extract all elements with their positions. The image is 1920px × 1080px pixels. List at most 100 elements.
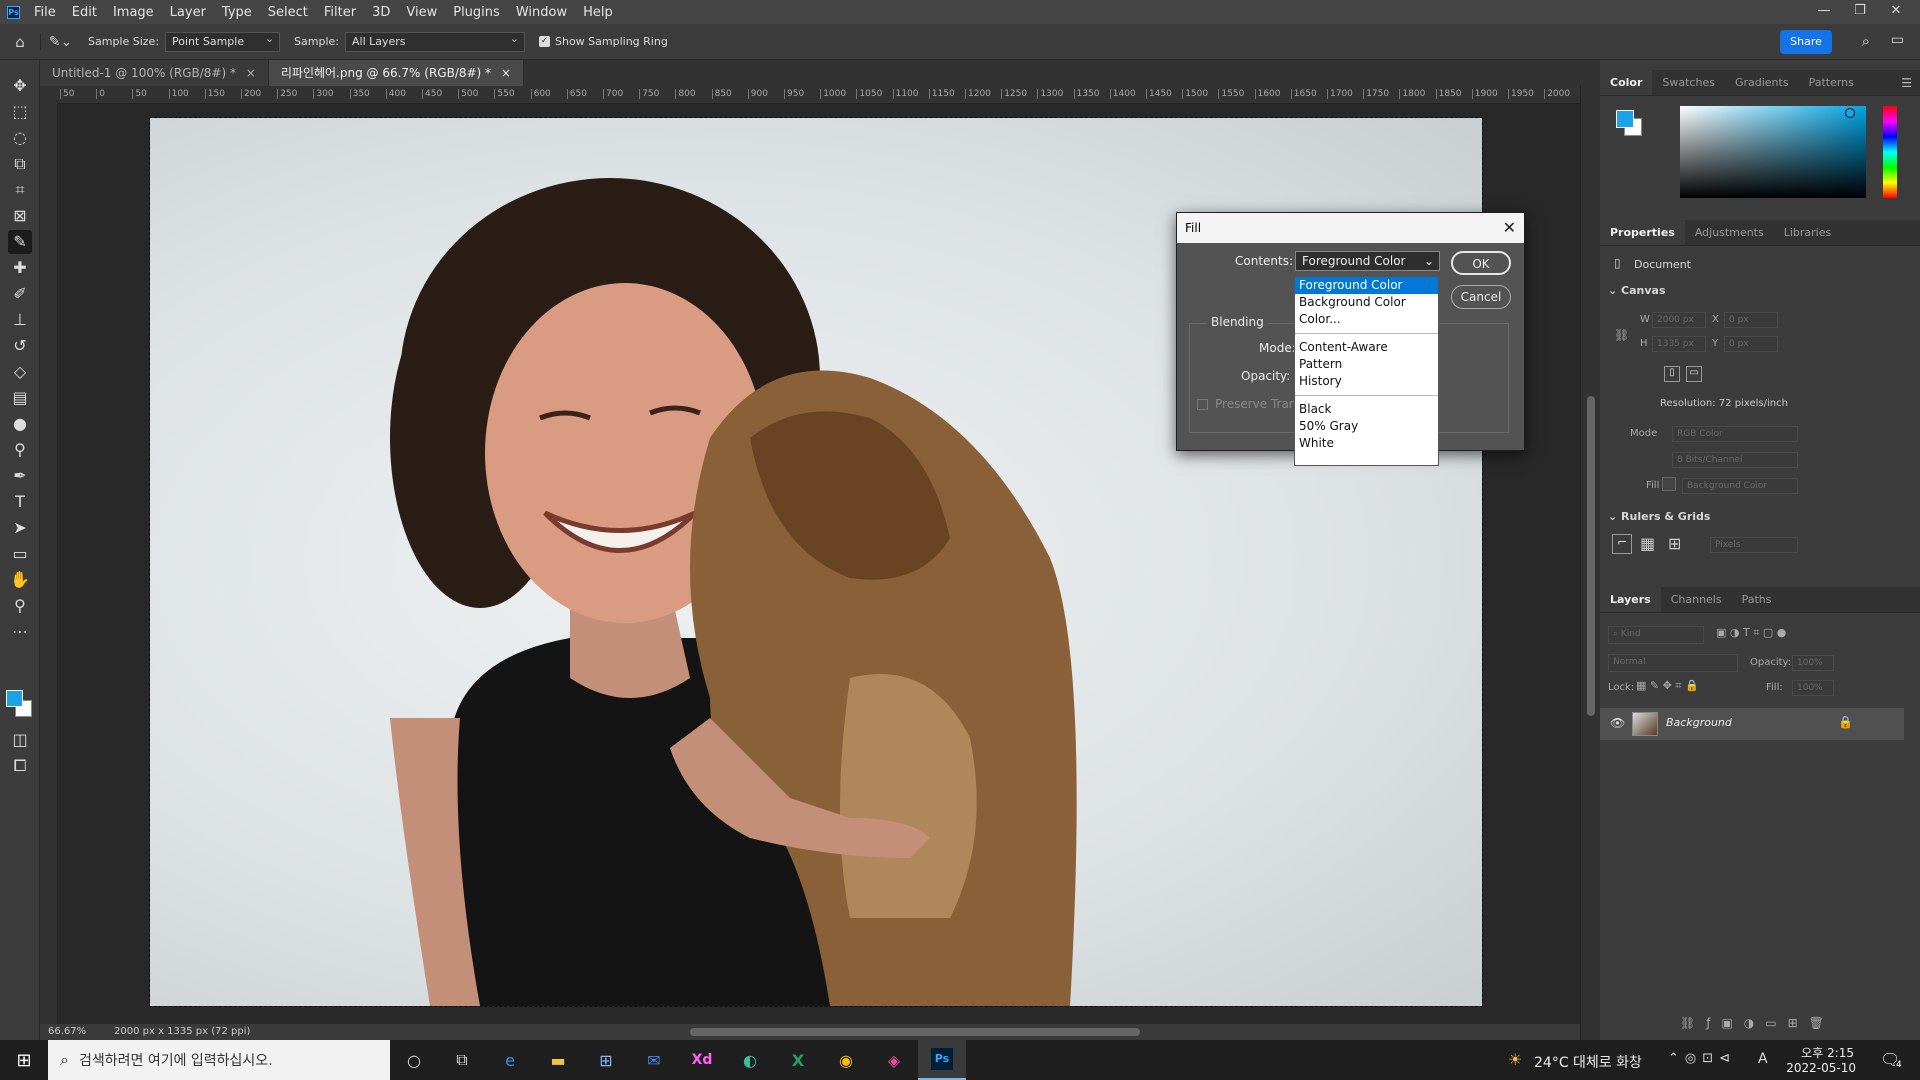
eyedropper-tool-icon[interactable]: ✎ — [8, 230, 32, 254]
store-icon[interactable]: ⊞ — [582, 1040, 630, 1080]
edge-legacy-icon[interactable]: e — [486, 1040, 534, 1080]
gradient-tool-icon[interactable]: ▤ — [8, 386, 32, 410]
close-tab-icon[interactable]: × — [501, 66, 511, 80]
zoom-tool-icon[interactable]: ⚲ — [8, 594, 32, 618]
task-view-icon[interactable]: ⧉ — [438, 1040, 486, 1080]
option-content-aware[interactable]: Content-Aware — [1295, 339, 1438, 356]
grid-icon[interactable]: ▦ — [1640, 534, 1655, 553]
ruler-toggle-icon[interactable]: ⌐ — [1612, 534, 1632, 554]
tab-swatches[interactable]: Swatches — [1652, 70, 1725, 95]
sample-size-select[interactable]: Point Sample — [165, 30, 281, 52]
layer-name[interactable]: Background — [1666, 716, 1732, 729]
clock-date[interactable]: 2022-05-10 — [1784, 1061, 1856, 1075]
fill-swatch[interactable] — [1662, 477, 1676, 491]
units-select[interactable]: Pixels — [1710, 537, 1798, 553]
option-color[interactable]: Color... — [1295, 311, 1438, 328]
cancel-button[interactable]: Cancel — [1451, 285, 1511, 309]
x-field[interactable]: 0 px — [1724, 312, 1778, 328]
blend-mode-select[interactable]: Normal — [1608, 654, 1738, 672]
vertical-scroll-thumb[interactable] — [1587, 396, 1595, 716]
tab-patterns[interactable]: Patterns — [1799, 70, 1864, 95]
panel-menu-icon[interactable]: ☰ — [1901, 76, 1912, 90]
guides-icon[interactable]: ⊞ — [1668, 534, 1681, 553]
layer-row-background[interactable]: 👁 Background 🔒 — [1600, 708, 1904, 740]
visibility-eye-icon[interactable]: 👁 — [1610, 716, 1625, 730]
layer-filter-icons[interactable]: ▣ ◑ T ⌗ ▢ ● — [1716, 626, 1786, 640]
move-tool-icon[interactable]: ✥ — [8, 74, 32, 98]
fill-select[interactable]: Background Color — [1682, 478, 1798, 494]
close-tab-icon[interactable]: × — [246, 66, 256, 80]
crop-tool-icon[interactable]: ⌗ — [8, 178, 32, 202]
share-button[interactable]: Share — [1780, 30, 1832, 54]
tab-refine-hair[interactable]: 리파인헤어.png @ 66.7% (RGB/8#) * × — [268, 60, 524, 86]
tab-untitled[interactable]: Untitled-1 @ 100% (RGB/8#) * × — [40, 60, 269, 86]
status-arrow-icon[interactable]: › — [216, 1024, 220, 1040]
lock-icons[interactable]: ▦ ✎ ✥ ⌗ 🔒 — [1636, 679, 1699, 693]
option-white[interactable]: White — [1295, 435, 1438, 452]
tab-layers[interactable]: Layers — [1600, 587, 1661, 612]
option-pattern[interactable]: Pattern — [1295, 356, 1438, 373]
layer-action-icons[interactable]: ⛓ƒ▣◑▭⊞🗑 — [1680, 1016, 1835, 1030]
horizontal-scrollbar[interactable] — [690, 1028, 1140, 1036]
landscape-icon[interactable]: ▭ — [1686, 366, 1702, 382]
restore-icon[interactable]: ❐ — [1842, 0, 1878, 24]
portrait-icon[interactable]: ▯ — [1664, 366, 1680, 382]
option-foreground-color[interactable]: Foreground Color — [1295, 277, 1438, 294]
dialog-close-icon[interactable]: ✕ — [1503, 213, 1516, 243]
blur-tool-icon[interactable]: ● — [8, 412, 32, 436]
eyedropper-preset-icon[interactable]: ✎⌄ — [40, 33, 80, 50]
width-field[interactable]: 2000 px — [1652, 312, 1706, 328]
menu-type[interactable]: Type — [214, 5, 260, 20]
sample-select[interactable]: All Layers — [344, 30, 525, 52]
tab-properties[interactable]: Properties — [1600, 220, 1685, 245]
adobe-xd-icon[interactable]: Xd — [678, 1040, 726, 1080]
hand-tool-icon[interactable]: ✋ — [8, 568, 32, 592]
system-tray-icons[interactable]: ⌃◎⊡⊲ — [1668, 1051, 1736, 1066]
menu-view[interactable]: View — [398, 5, 445, 20]
excel-icon[interactable]: X — [774, 1040, 822, 1080]
layer-kind-filter[interactable]: ⌕ Kind — [1608, 626, 1704, 644]
hue-slider[interactable] — [1883, 106, 1897, 198]
type-tool-icon[interactable]: T — [8, 490, 32, 514]
menu-3d[interactable]: 3D — [364, 5, 398, 20]
pen-tool-icon[interactable]: ✒ — [8, 464, 32, 488]
search-icon[interactable]: ⌕ — [1862, 32, 1870, 50]
workspace-icon[interactable]: ▭ — [1891, 32, 1904, 48]
tab-gradients[interactable]: Gradients — [1725, 70, 1799, 95]
chrome-icon[interactable]: ◉ — [822, 1040, 870, 1080]
tab-paths[interactable]: Paths — [1732, 587, 1782, 612]
menu-plugins[interactable]: Plugins — [445, 5, 508, 20]
menu-select[interactable]: Select — [260, 5, 316, 20]
home-icon[interactable]: ⌂ — [0, 33, 40, 51]
weather-text[interactable]: 24°C 대체로 화창 — [1534, 1052, 1642, 1072]
height-field[interactable]: 1335 px — [1652, 336, 1706, 352]
eraser-tool-icon[interactable]: ◇ — [8, 360, 32, 384]
close-icon[interactable]: ✕ — [1878, 0, 1914, 24]
dodge-tool-icon[interactable]: ⚲ — [8, 438, 32, 462]
bits-select[interactable]: 8 Bits/Channel — [1672, 452, 1798, 468]
show-ring-checkbox[interactable]: ✓ — [538, 36, 550, 47]
color-picker-marker[interactable] — [1845, 108, 1855, 118]
option-black[interactable]: Black — [1295, 401, 1438, 418]
rulers-section-header[interactable]: ⌄ Rulers & Grids — [1608, 510, 1710, 523]
mode-select[interactable]: RGB Color — [1672, 426, 1798, 442]
cortana-icon[interactable]: ○ — [390, 1040, 438, 1080]
healing-brush-tool-icon[interactable]: ✚ — [8, 256, 32, 280]
menu-image[interactable]: Image — [105, 5, 162, 20]
menu-window[interactable]: Window — [508, 5, 575, 20]
file-explorer-icon[interactable]: ▬ — [534, 1040, 582, 1080]
weather-icon[interactable]: ☀ — [1508, 1050, 1522, 1069]
zoom-level[interactable]: 66.67% — [48, 1024, 86, 1040]
menu-help[interactable]: Help — [575, 5, 621, 20]
photoshop-taskbar-icon[interactable]: Ps — [918, 1040, 966, 1080]
lasso-tool-icon[interactable]: ◌ — [8, 126, 32, 150]
brush-tool-icon[interactable]: ✐ — [8, 282, 32, 306]
clone-stamp-tool-icon[interactable]: ⊥ — [8, 308, 32, 332]
tab-channels[interactable]: Channels — [1661, 587, 1732, 612]
ok-button[interactable]: OK — [1451, 251, 1511, 275]
history-brush-tool-icon[interactable]: ↺ — [8, 334, 32, 358]
creative-cloud-icon[interactable]: ◈ — [870, 1040, 918, 1080]
quick-mask-icon[interactable]: ◫ — [8, 728, 32, 752]
y-field[interactable]: 0 px — [1724, 336, 1778, 352]
foreground-color-swatch[interactable] — [6, 690, 23, 707]
